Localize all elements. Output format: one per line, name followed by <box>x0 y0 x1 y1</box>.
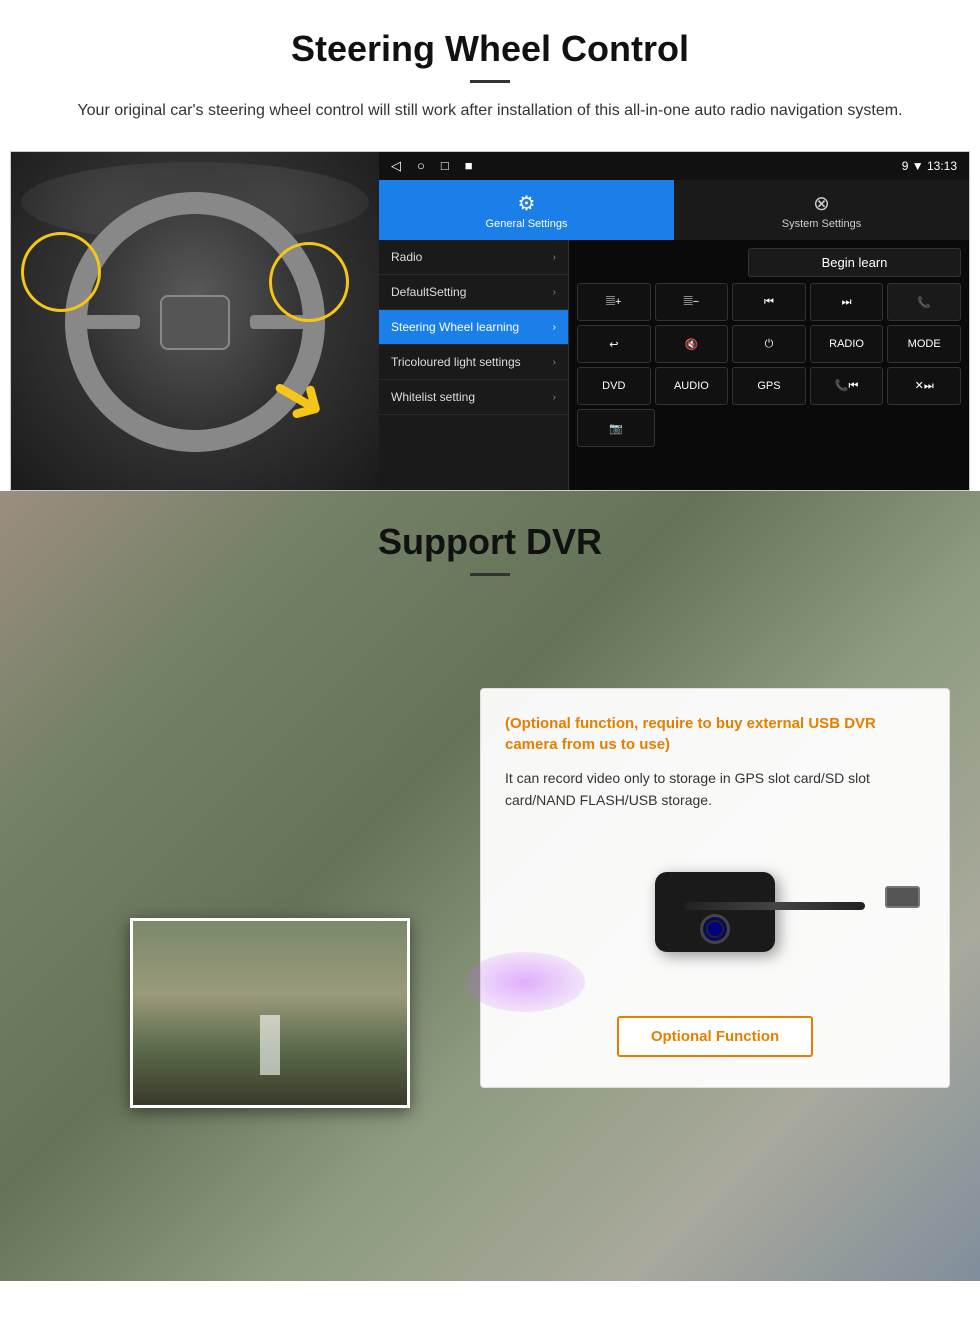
camera-lens <box>700 914 730 944</box>
dvr-section: Support DVR (Optional function, require … <box>0 491 980 1281</box>
tab-system-label: System Settings <box>782 218 861 230</box>
dvr-title: Support DVR <box>0 521 980 563</box>
dvd-button[interactable]: DVD <box>577 367 651 405</box>
dvr-optional-text: (Optional function, require to buy exter… <box>505 713 925 755</box>
begin-learn-row: Begin learn <box>577 248 961 277</box>
ctrl-row-3: DVD AUDIO GPS 📞⏮ ✕⏭ <box>577 367 961 405</box>
steering-wheel-bg: ➜ <box>11 152 379 491</box>
dvr-left-area <box>0 588 460 1268</box>
controls-panel: Begin learn 𝄚+ 𝄚− ⏮ ⏭ 📞 ↩ <box>569 240 969 490</box>
steering-header: Steering Wheel Control Your original car… <box>0 0 980 133</box>
highlight-left <box>21 232 101 312</box>
menu-item-tricoloured-label: Tricoloured light settings <box>391 355 521 369</box>
camera-button[interactable]: 📷 <box>577 409 655 447</box>
menu-item-whitelist[interactable]: Whitelist setting › <box>379 380 568 415</box>
dvr-divider <box>470 573 510 576</box>
dvr-section-header: Support DVR <box>0 491 980 588</box>
menu-item-radio-label: Radio <box>391 250 422 264</box>
menu-icon[interactable]: ■ <box>465 158 473 174</box>
vol-up-button[interactable]: 𝄚+ <box>577 283 651 321</box>
dvr-thumbnail-inner <box>133 921 407 1105</box>
chevron-icon: › <box>553 322 556 333</box>
back-icon[interactable]: ◁ <box>391 158 401 174</box>
dvr-right-area: (Optional function, require to buy exter… <box>460 588 980 1268</box>
tab-system-settings[interactable]: ⊗ System Settings <box>674 180 969 240</box>
menu-list: Radio › DefaultSetting › Steering Wheel … <box>379 240 569 490</box>
steering-wheel-photo: ➜ <box>11 152 379 491</box>
mute-next-button[interactable]: ✕⏭ <box>887 367 961 405</box>
steering-section: Steering Wheel Control Your original car… <box>0 0 980 491</box>
mode-button[interactable]: MODE <box>887 325 961 363</box>
power-button[interactable]: ⏻ <box>732 325 806 363</box>
menu-item-defaultsetting[interactable]: DefaultSetting › <box>379 275 568 310</box>
begin-learn-button[interactable]: Begin learn <box>748 248 961 277</box>
control-grid: 𝄚+ 𝄚− ⏮ ⏭ 📞 ↩ 🔇 ⏻ RADIO MODE <box>577 283 961 447</box>
system-settings-icon: ⊗ <box>813 191 830 216</box>
dvr-info-card: (Optional function, require to buy exter… <box>480 688 950 1088</box>
mute-button[interactable]: 🔇 <box>655 325 729 363</box>
steering-subtitle: Your original car's steering wheel contr… <box>60 99 920 123</box>
tab-general-label: General Settings <box>486 218 568 230</box>
status-time: 9 ▼ 13:13 <box>902 159 957 173</box>
dvr-content-area: (Optional function, require to buy exter… <box>0 588 980 1268</box>
menu-item-radio[interactable]: Radio › <box>379 240 568 275</box>
dvr-camera-image <box>505 832 925 992</box>
title-divider <box>470 80 510 83</box>
back-call-button[interactable]: ↩ <box>577 325 651 363</box>
menu-item-default-label: DefaultSetting <box>391 285 466 299</box>
camera-usb <box>885 886 920 908</box>
home-icon[interactable]: ○ <box>417 158 425 174</box>
ctrl-row-2: ↩ 🔇 ⏻ RADIO MODE <box>577 325 961 363</box>
phone-button[interactable]: 📞 <box>887 283 961 321</box>
chevron-icon: › <box>553 252 556 263</box>
settings-tabs: ⚙ General Settings ⊗ System Settings <box>379 180 969 240</box>
dvr-description: It can record video only to storage in G… <box>505 767 925 812</box>
ctrl-row-1: 𝄚+ 𝄚− ⏮ ⏭ 📞 <box>577 283 961 321</box>
chevron-icon: › <box>553 357 556 368</box>
menu-item-steering-wheel[interactable]: Steering Wheel learning › <box>379 310 568 345</box>
menu-and-controls: Radio › DefaultSetting › Steering Wheel … <box>379 240 969 490</box>
page-title: Steering Wheel Control <box>60 28 920 70</box>
next-track-button[interactable]: ⏭ <box>810 283 884 321</box>
gps-button[interactable]: GPS <box>732 367 806 405</box>
android-status-bar: ◁ ○ □ ■ 9 ▼ 13:13 <box>379 152 969 180</box>
steering-wheel-center <box>160 295 230 350</box>
dvr-thumbnail-photo <box>130 918 410 1108</box>
spoke-left <box>85 315 140 329</box>
phone-prev-button[interactable]: 📞⏮ <box>810 367 884 405</box>
camera-cable <box>685 902 865 910</box>
highlight-right <box>269 242 349 322</box>
camera-glow <box>465 952 585 1012</box>
recents-icon[interactable]: □ <box>441 158 449 174</box>
vol-down-button[interactable]: 𝄚− <box>655 283 729 321</box>
ctrl-row-4: 📷 <box>577 409 961 447</box>
camera-body <box>655 872 775 952</box>
radio-button[interactable]: RADIO <box>810 325 884 363</box>
general-settings-icon: ⚙ <box>518 191 536 216</box>
prev-track-button[interactable]: ⏮ <box>732 283 806 321</box>
menu-item-whitelist-label: Whitelist setting <box>391 390 475 404</box>
nav-icons: ◁ ○ □ ■ <box>391 158 886 174</box>
menu-item-tricoloured[interactable]: Tricoloured light settings › <box>379 345 568 380</box>
audio-button[interactable]: AUDIO <box>655 367 729 405</box>
android-ui-panel: ◁ ○ □ ■ 9 ▼ 13:13 ⚙ General Settings ⊗ S… <box>379 152 969 490</box>
tab-general-settings[interactable]: ⚙ General Settings <box>379 180 674 240</box>
optional-function-button[interactable]: Optional Function <box>617 1016 813 1057</box>
ui-demo-container: ➜ ◁ ○ □ ■ 9 ▼ 13:13 ⚙ General Settings <box>10 151 970 491</box>
chevron-icon: › <box>553 392 556 403</box>
menu-item-steering-label: Steering Wheel learning <box>391 320 519 334</box>
thumb-road-line <box>260 1015 280 1075</box>
chevron-icon: › <box>553 287 556 298</box>
